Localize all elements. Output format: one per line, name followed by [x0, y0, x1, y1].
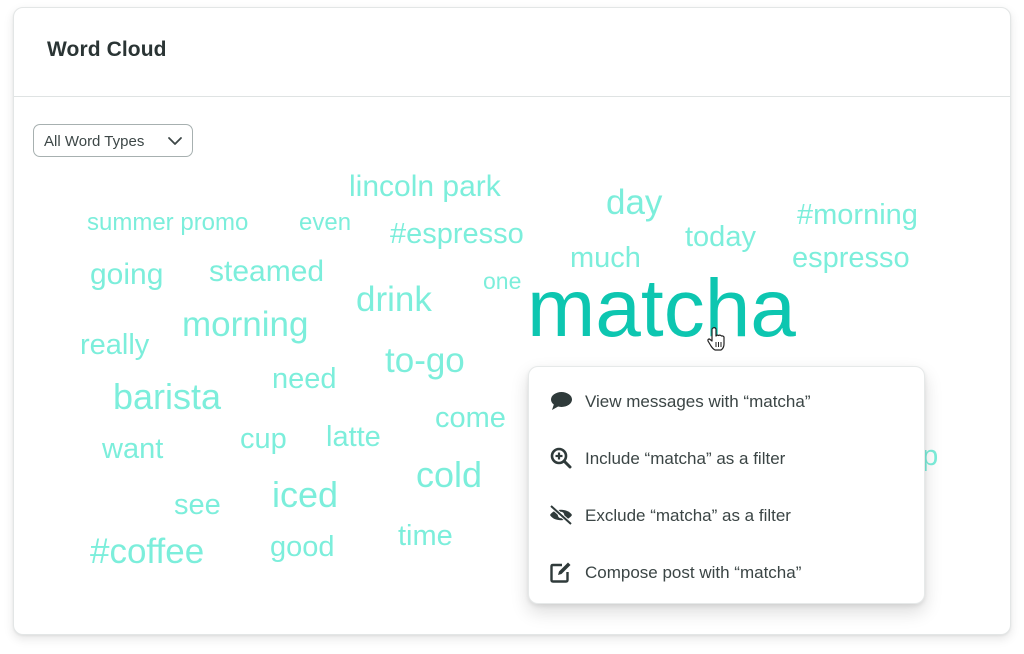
word-need[interactable]: need [272, 365, 337, 394]
word-much[interactable]: much [570, 244, 641, 273]
word-hash-espresso[interactable]: #espresso [390, 220, 524, 249]
word-espresso[interactable]: espresso [792, 244, 910, 273]
card-header: Word Cloud [14, 8, 1010, 97]
word-type-dropdown[interactable]: All Word Types [33, 124, 193, 157]
word-hash-morning[interactable]: #morning [797, 201, 918, 230]
word-to-go[interactable]: to-go [385, 343, 465, 378]
word-summer-promo[interactable]: summer promo [87, 211, 248, 235]
menu-item-compose-post[interactable]: Compose post with “matcha” [529, 550, 924, 594]
eye-slash-icon [549, 504, 573, 526]
word-even[interactable]: even [299, 211, 351, 235]
word-cold[interactable]: cold [416, 457, 482, 493]
menu-item-label: Include “matcha” as a filter [585, 449, 786, 468]
word-latte[interactable]: latte [326, 423, 381, 452]
menu-item-exclude-filter[interactable]: Exclude “matcha” as a filter [529, 493, 924, 537]
speech-bubble-icon [551, 392, 572, 410]
word-going[interactable]: going [90, 260, 163, 290]
chevron-down-icon [168, 137, 182, 145]
zoom-in-icon [550, 447, 572, 469]
word-lincoln-park[interactable]: lincoln park [349, 172, 501, 202]
word-see[interactable]: see [174, 491, 221, 520]
edit-icon [550, 562, 571, 583]
word-today[interactable]: today [685, 223, 756, 252]
word-drink[interactable]: drink [356, 282, 432, 317]
word-cup[interactable]: cup [240, 425, 287, 454]
word-good[interactable]: good [270, 533, 335, 562]
word-want[interactable]: want [102, 435, 163, 464]
word-time[interactable]: time [398, 522, 453, 551]
word-barista[interactable]: barista [113, 379, 221, 415]
word-really[interactable]: really [80, 331, 149, 360]
word-morning[interactable]: morning [182, 307, 308, 342]
menu-item-label: Compose post with “matcha” [585, 563, 802, 582]
word-steamed[interactable]: steamed [209, 257, 324, 287]
word-iced[interactable]: iced [272, 477, 338, 513]
card-title: Word Cloud [47, 38, 167, 61]
word-context-menu: View messages with “matcha” Include “mat… [528, 366, 925, 604]
menu-item-view-messages[interactable]: View messages with “matcha” [529, 379, 924, 423]
menu-item-label: View messages with “matcha” [585, 392, 811, 411]
menu-item-label: Exclude “matcha” as a filter [585, 506, 791, 525]
word-matcha[interactable]: matcha [527, 268, 796, 350]
word-hash-coffee[interactable]: #coffee [90, 534, 204, 569]
dropdown-selected-value: All Word Types [44, 133, 145, 150]
word-day[interactable]: day [606, 185, 662, 220]
word-one[interactable]: one [483, 270, 521, 293]
menu-item-include-filter[interactable]: Include “matcha” as a filter [529, 436, 924, 480]
word-come[interactable]: come [435, 404, 506, 433]
